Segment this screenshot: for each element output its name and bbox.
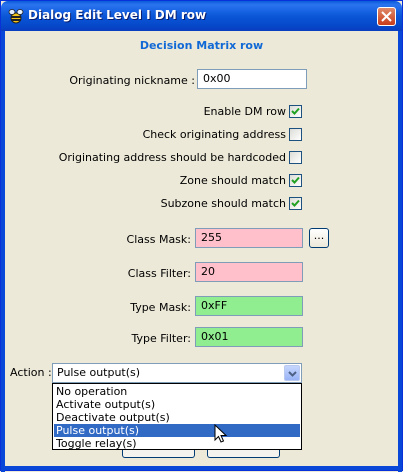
originating-nickname-label: Originating nickname :: [69, 74, 195, 87]
type-filter-label: Type Filter:: [131, 332, 191, 345]
class-mask-label: Class Mask:: [126, 233, 191, 246]
title-bar[interactable]: Dialog Edit Level I DM row: [1, 1, 402, 31]
check-originating-address-label: Check originating address: [142, 128, 286, 141]
type-mask-input[interactable]: 0xFF: [195, 296, 303, 316]
checkmark-icon: [291, 199, 300, 207]
cancel-button[interactable]: [207, 450, 280, 458]
type-filter-input[interactable]: 0x01: [195, 327, 303, 347]
action-option[interactable]: Toggle relay(s): [54, 437, 300, 450]
subzone-match-label: Subzone should match: [160, 197, 286, 210]
frame-bottom: [1, 466, 402, 470]
checkmark-icon: [291, 107, 300, 115]
hardcoded-address-checkbox[interactable]: [289, 151, 302, 164]
action-option[interactable]: No operation: [54, 385, 300, 398]
zone-match-checkbox[interactable]: [289, 174, 302, 187]
frame-left: [1, 31, 5, 472]
checkmark-icon: [291, 176, 300, 184]
subzone-match-checkbox[interactable]: [289, 197, 302, 210]
section-heading: Decision Matrix row: [139, 39, 264, 52]
action-option-highlighted[interactable]: Pulse output(s): [54, 424, 300, 437]
class-filter-input[interactable]: 20: [195, 262, 303, 282]
action-label: Action :: [10, 366, 52, 379]
frame-right: [398, 31, 402, 472]
action-option[interactable]: Activate output(s): [54, 398, 300, 411]
mouse-pointer-icon: [214, 424, 228, 443]
hardcoded-address-label: Originating address should be hardcoded: [58, 151, 286, 164]
zone-match-label: Zone should match: [179, 174, 286, 187]
action-option[interactable]: Deactivate output(s): [54, 411, 300, 424]
ok-button[interactable]: [122, 450, 195, 458]
action-dropdown-button[interactable]: [284, 365, 300, 381]
check-originating-address-checkbox[interactable]: [289, 128, 302, 141]
chevron-down-icon: [288, 371, 297, 377]
class-mask-browse-button[interactable]: ...: [309, 228, 329, 248]
enable-dm-row-checkbox[interactable]: [289, 105, 302, 118]
window-title: Dialog Edit Level I DM row: [28, 8, 207, 22]
class-mask-input[interactable]: 255: [195, 228, 303, 248]
enable-dm-row-label: Enable DM row: [203, 105, 286, 118]
close-button[interactable]: [377, 7, 396, 26]
type-mask-label: Type Mask:: [130, 301, 191, 314]
originating-nickname-input[interactable]: 0x00: [197, 69, 307, 89]
class-filter-label: Class Filter:: [127, 267, 191, 280]
action-select[interactable]: Pulse output(s): [52, 363, 302, 383]
action-dropdown-list: No operation Activate output(s) Deactiva…: [52, 383, 302, 450]
bee-icon: [8, 9, 24, 24]
close-icon: [381, 11, 392, 22]
action-selected-value: Pulse output(s): [57, 366, 141, 379]
